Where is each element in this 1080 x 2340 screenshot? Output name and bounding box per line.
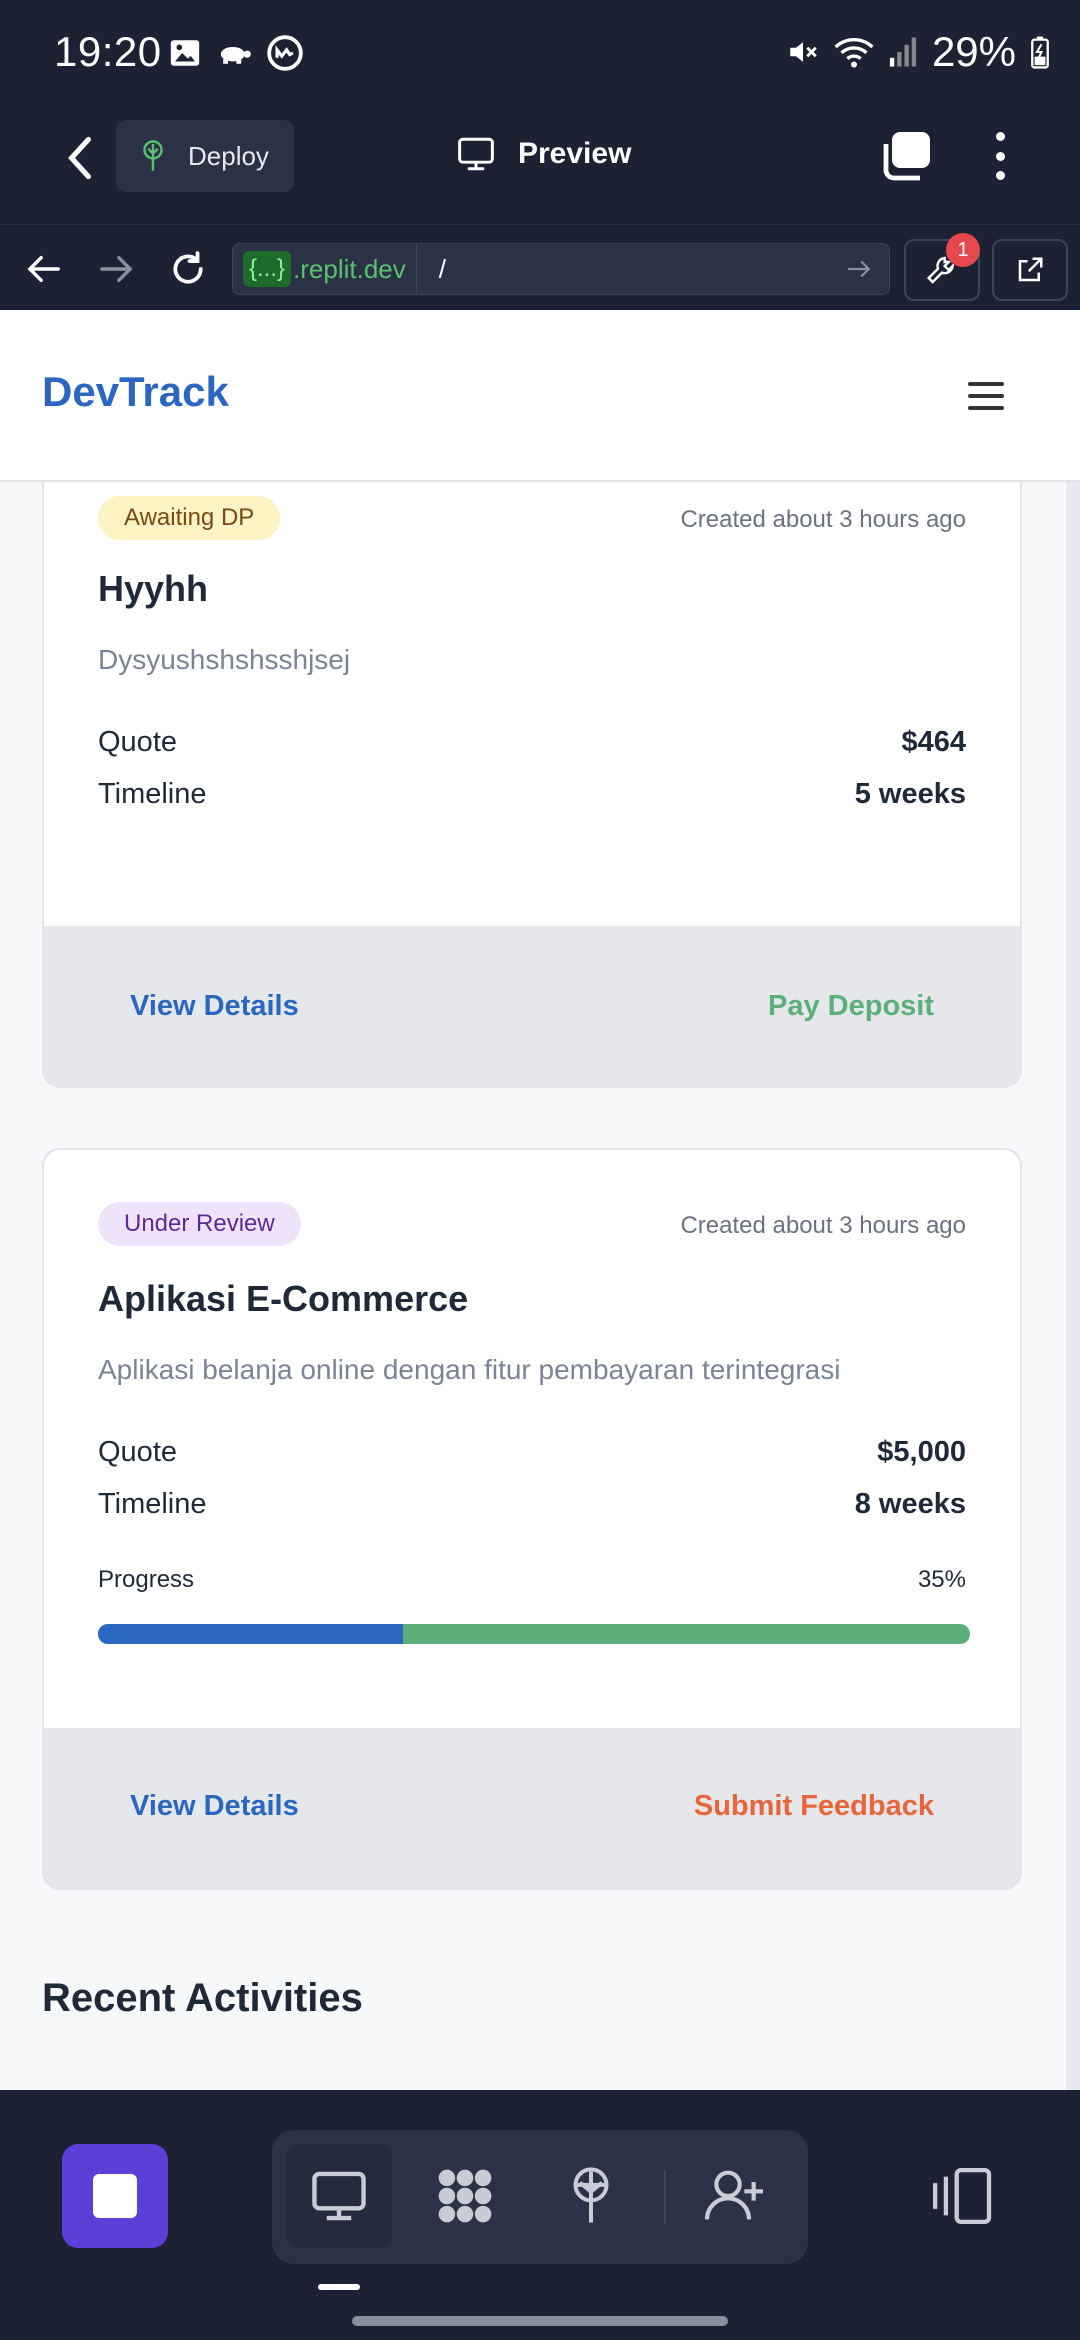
dot-icon: [995, 171, 1005, 180]
quote-label: Quote: [98, 1436, 177, 1468]
notification-badge: 1: [946, 233, 980, 267]
deploy-icon: [143, 140, 163, 171]
reload-icon: [173, 251, 203, 284]
stop-icon: [93, 2174, 137, 2218]
arrow-left-icon: [27, 255, 60, 283]
devices-icon: [933, 2168, 992, 2224]
bottom-navigation: [0, 2090, 1080, 2340]
home-indicator[interactable]: [352, 2316, 728, 2326]
chevron-left-icon: [68, 136, 91, 180]
devices-button[interactable]: [928, 2168, 994, 2228]
tabs-button[interactable]: [878, 128, 938, 184]
dot-icon: [995, 151, 1005, 161]
deploy-label: Deploy: [188, 140, 269, 171]
stop-button[interactable]: [62, 2144, 168, 2248]
url-bar[interactable]: {...} .replit.dev /: [232, 243, 890, 295]
reload-button[interactable]: [164, 245, 212, 293]
status-bar: 19:20 29%: [0, 0, 1080, 110]
nav-separator: [664, 2170, 666, 2224]
menu-line: [968, 406, 1004, 410]
submit-feedback-link[interactable]: Submit Feedback: [694, 1790, 934, 1823]
url-domain-text: .replit.dev: [293, 253, 406, 284]
project-description: Aplikasi belanja online dengan fitur pem…: [98, 1354, 841, 1385]
deploy-button[interactable]: Deploy: [116, 120, 294, 192]
deploy-icon: [573, 2167, 609, 2223]
preview-label: Preview: [518, 137, 632, 170]
project-card: Awaiting DP Created about 3 hours ago Hy…: [42, 430, 1022, 1088]
browser-forward-button[interactable]: [92, 245, 140, 293]
more-options-button[interactable]: [982, 126, 1018, 186]
site-header-overlay: DevTrack: [0, 310, 1080, 482]
progress-percent: 35%: [917, 1566, 966, 1593]
view-details-link[interactable]: View Details: [130, 990, 299, 1023]
deploy-nav-button[interactable]: [538, 2144, 644, 2248]
browser-back-button[interactable]: [20, 245, 68, 293]
tabs-icon: [883, 132, 930, 181]
coinmarketcap-icon: [267, 35, 303, 71]
created-time: Created about 3 hours ago: [680, 1212, 966, 1239]
url-go-button[interactable]: [839, 258, 879, 280]
project-card: Under Review Created about 3 hours ago A…: [42, 1148, 1022, 1890]
web-preview: DevTrack Awaiting DP Created about 3 hou…: [0, 310, 1080, 2090]
add-user-icon: [704, 2170, 763, 2220]
battery-charging-icon: [1031, 36, 1049, 69]
brand-logo[interactable]: DevTrack: [42, 368, 229, 416]
progress-label: Progress: [98, 1566, 195, 1593]
open-new-tab-button[interactable]: [992, 239, 1068, 301]
quote-value: $464: [901, 726, 966, 758]
monitor-icon: [312, 2171, 366, 2221]
card-actions: View Details Submit Feedback: [44, 1728, 1020, 1888]
timeline-label: Timeline: [98, 1488, 207, 1520]
active-indicator: [318, 2284, 360, 2290]
created-time: Created about 3 hours ago: [680, 506, 966, 533]
external-link-icon: [1018, 257, 1043, 282]
battery-percent: 29%: [931, 28, 1016, 75]
view-details-link[interactable]: View Details: [130, 1790, 299, 1823]
invite-nav-button[interactable]: [682, 2144, 788, 2248]
preview-tab[interactable]: Preview: [456, 136, 631, 172]
preview-nav-button[interactable]: [286, 2144, 392, 2248]
progress-fill: [98, 1624, 404, 1644]
menu-line: [968, 382, 1004, 386]
project-title: Hyyhh: [98, 568, 209, 609]
card-actions: View Details Pay Deposit: [44, 926, 1020, 1086]
project-description: Dysyushshshsshjsej: [98, 644, 351, 675]
scrollbar[interactable]: [1066, 482, 1080, 2090]
url-domain: {...} .replit.dev: [233, 243, 417, 295]
status-time: 19:20: [54, 28, 162, 75]
recent-activities-heading: Recent Activities: [42, 1976, 363, 2020]
timeline-label: Timeline: [98, 778, 207, 810]
devtools-button[interactable]: 1: [904, 233, 980, 301]
arrow-right-icon: [848, 260, 871, 278]
project-title: Aplikasi E-Commerce: [98, 1278, 469, 1319]
dot-icon: [995, 132, 1005, 141]
nav-group: [272, 2130, 808, 2264]
status-notification-icons: [168, 34, 304, 72]
timeline-value: 8 weeks: [854, 1488, 966, 1520]
status-badge: Under Review: [98, 1202, 301, 1246]
address-bar-row: {...} .replit.dev / 1: [0, 224, 1080, 310]
gallery-icon: [170, 40, 200, 66]
workspace-nav-button[interactable]: [412, 2144, 518, 2248]
timeline-value: 5 weeks: [854, 778, 966, 810]
url-path-input[interactable]: /: [417, 254, 839, 285]
turtle-icon: [220, 47, 251, 64]
pay-deposit-link[interactable]: Pay Deposit: [768, 990, 934, 1023]
signal-icon: [889, 37, 917, 67]
back-button[interactable]: [52, 124, 108, 192]
monitor-icon: [458, 137, 494, 171]
quote-label: Quote: [98, 726, 177, 758]
quote-value: $5,000: [877, 1436, 966, 1468]
menu-button[interactable]: [968, 382, 1004, 410]
url-domain-prefix: {...}: [243, 251, 292, 287]
arrow-right-icon: [100, 255, 133, 283]
apps-grid-icon: [438, 2169, 492, 2223]
status-right: 29%: [786, 28, 1050, 76]
progress-bar: [98, 1624, 970, 1644]
menu-line: [968, 394, 1004, 398]
status-badge: Awaiting DP: [98, 496, 281, 540]
mute-icon: [790, 42, 817, 62]
wifi-icon: [834, 38, 874, 68]
